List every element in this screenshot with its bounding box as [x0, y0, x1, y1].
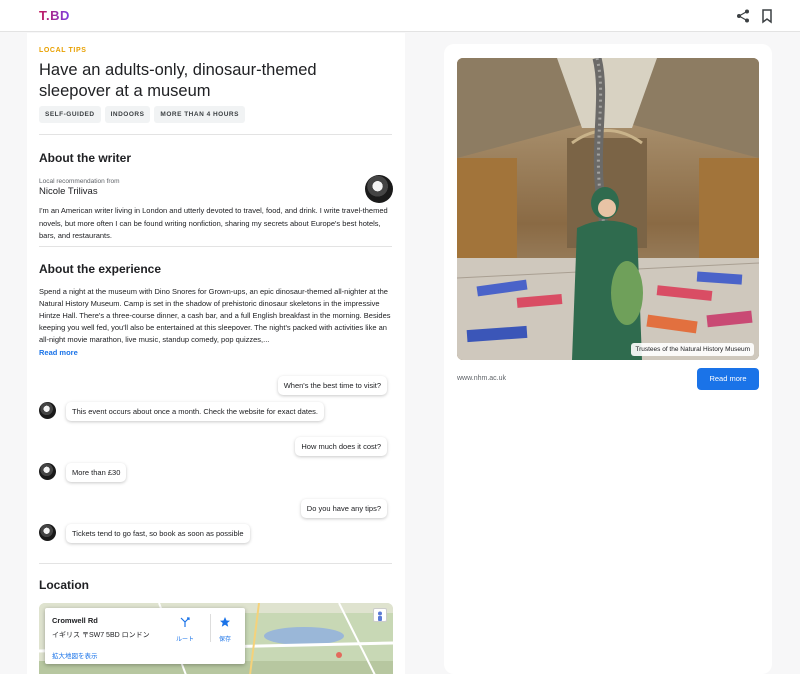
location-heading: Location: [39, 578, 89, 592]
writer-avatar-small: [39, 463, 56, 480]
divider: [210, 614, 211, 642]
writer-heading: About the writer: [39, 151, 131, 165]
question-bubble: When's the best time to visit?: [277, 376, 387, 395]
answer-bubble: Tickets tend to go fast, so book as soon…: [66, 524, 250, 543]
top-bar: T.BD: [0, 0, 800, 32]
writer-label: Local recommendation from: [39, 178, 120, 185]
page-title: Have an adults-only, dinosaur-themed sle…: [39, 61, 317, 100]
location-map[interactable]: Cromwell Rd イギリス 〒SW7 5BD ロンドン 拡大地図を表示 ル…: [39, 603, 393, 674]
share-icon[interactable]: [735, 8, 751, 24]
read-more-link[interactable]: Read more: [39, 348, 78, 357]
writer-bio: I'm an American writer living in London …: [39, 206, 388, 240]
experience-text: Spend a night at the museum with Dino Sn…: [39, 287, 391, 344]
category-label: LOCAL TIPS: [39, 47, 87, 54]
media-card: Trustees of the Natural History Museum w…: [444, 44, 772, 674]
street-view-icon[interactable]: [373, 608, 387, 622]
article-card: LOCAL TIPS Have an adults-only, dinosaur…: [27, 33, 405, 674]
experience-heading: About the experience: [39, 262, 162, 276]
read-more-button[interactable]: Read more: [697, 368, 759, 390]
divider: [39, 246, 392, 247]
tag-list: SELF-GUIDED INDOORS MORE THAN 4 HOURS: [39, 106, 245, 123]
directions-button[interactable]: ルート: [173, 615, 197, 643]
tag-chip: SELF-GUIDED: [39, 106, 101, 123]
museum-photo[interactable]: Trustees of the Natural History Museum: [457, 58, 759, 360]
save-place-button[interactable]: 保存: [213, 615, 237, 643]
answer-bubble: This event occurs about once a month. Ch…: [66, 402, 324, 421]
save-label: 保存: [218, 637, 231, 643]
hintze-hall-image: [457, 58, 759, 360]
source-url: www.nhm.ac.uk: [457, 375, 507, 382]
question-bubble: How much does it cost?: [295, 437, 387, 456]
writer-avatar-small: [39, 524, 56, 541]
photo-credit: Trustees of the Natural History Museum: [631, 343, 754, 356]
larger-map-link[interactable]: 拡大地図を表示: [52, 650, 98, 660]
site-logo[interactable]: T.BD: [39, 8, 70, 23]
tag-chip: INDOORS: [104, 106, 151, 123]
map-place-name: Cromwell Rd: [52, 616, 98, 625]
directions-icon: [180, 617, 190, 627]
writer-avatar: [365, 175, 393, 203]
directions-label: ルート: [175, 637, 194, 643]
bookmark-icon[interactable]: [759, 8, 775, 24]
divider: [39, 134, 392, 135]
answer-bubble: More than £30: [66, 463, 127, 482]
question-bubble: Do you have any tips?: [300, 499, 387, 518]
star-icon: [220, 617, 230, 627]
tag-chip: MORE THAN 4 HOURS: [154, 106, 245, 123]
map-info-card: Cromwell Rd イギリス 〒SW7 5BD ロンドン 拡大地図を表示 ル…: [45, 608, 245, 664]
writer-name: Nicole Trilivas: [39, 186, 98, 197]
map-address: イギリス 〒SW7 5BD ロンドン: [52, 632, 150, 639]
writer-avatar-small: [39, 402, 56, 419]
divider: [39, 563, 392, 564]
